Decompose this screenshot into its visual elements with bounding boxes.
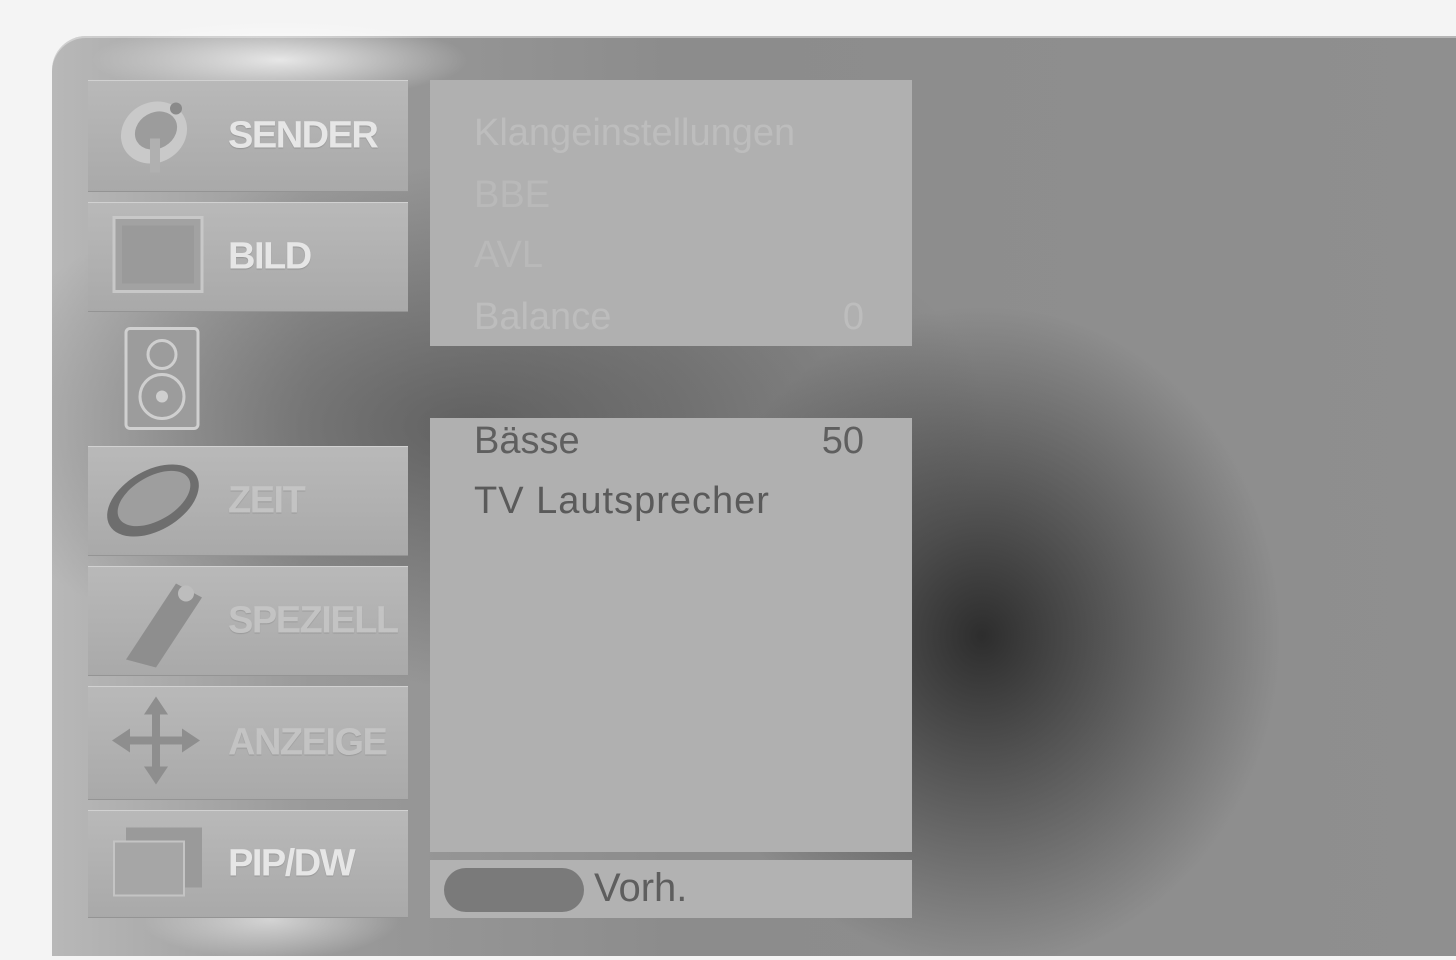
tab-zeit-label: ZEIT	[228, 479, 306, 522]
menu-row-avl[interactable]: AVL	[474, 234, 864, 277]
speaker-icon	[118, 323, 208, 438]
menu-row-bbe[interactable]: BBE	[474, 174, 864, 217]
pip-screen-icon	[106, 822, 206, 907]
footer-bar: Vorh.	[430, 860, 912, 918]
tab-sender-label: SENDER	[228, 114, 379, 157]
row-label: Balance	[474, 296, 612, 338]
menu-row-balance[interactable]: Balance 0	[474, 296, 864, 339]
tab-speziell-label: SPEZIELL	[228, 599, 399, 642]
menu-row-klangeinstellungen[interactable]: Klangeinstellungen	[474, 112, 864, 155]
row-label: BBE	[474, 174, 551, 216]
tab-audio[interactable]	[88, 322, 408, 438]
audio-panel-bottom: Bässe 50 TV Lautsprecher	[430, 418, 912, 852]
row-label: AVL	[474, 234, 544, 276]
tag-icon	[106, 564, 216, 679]
tab-anzeige-label: ANZEIGE	[228, 721, 388, 764]
tab-pip-dw[interactable]: PIP/DW	[88, 810, 408, 918]
tab-anzeige[interactable]: ANZEIGE	[88, 686, 408, 800]
move-arrows-icon	[106, 691, 206, 796]
menu-row-tv-lautsprecher[interactable]: TV Lautsprecher	[474, 480, 864, 523]
tab-bild[interactable]: BILD	[88, 202, 408, 312]
picture-screen-icon	[106, 212, 206, 303]
tab-pip-dw-label: PIP/DW	[228, 842, 356, 885]
row-label: Bässe	[474, 420, 580, 462]
row-value: 50	[821, 420, 864, 462]
row-label: TV Lautsprecher	[474, 480, 770, 522]
row-value: 0	[842, 296, 864, 338]
tab-sender[interactable]: SENDER	[88, 80, 408, 192]
tab-bild-label: BILD	[228, 235, 312, 278]
row-label: Klangeinstellungen	[474, 112, 796, 154]
audio-panel-top: Klangeinstellungen BBE AVL Balance 0	[430, 80, 912, 346]
tab-zeit[interactable]: ZEIT	[88, 446, 408, 556]
tab-speziell[interactable]: SPEZIELL	[88, 566, 408, 676]
menu-row-baesse[interactable]: Bässe 50	[474, 420, 864, 463]
clock-icon	[98, 449, 208, 554]
previous-label: Vorh.	[594, 866, 688, 910]
previous-button-pill-icon[interactable]	[444, 868, 584, 912]
satellite-dish-icon	[106, 89, 202, 184]
